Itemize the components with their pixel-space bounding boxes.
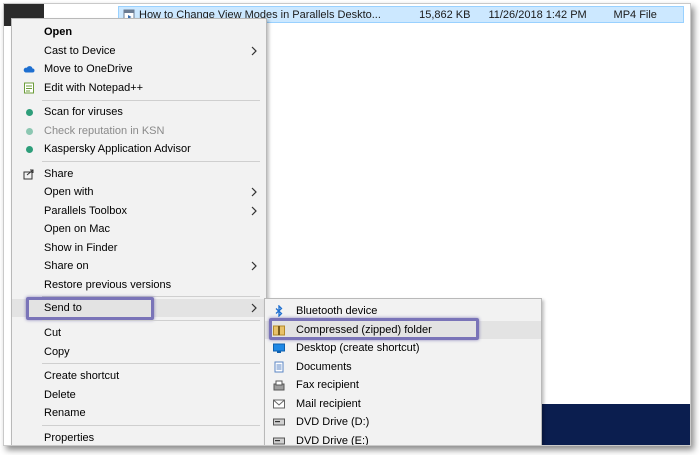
menu-item-label: Cast to Device — [44, 45, 116, 57]
kaspersky-icon — [23, 125, 35, 137]
menu-item-label: Restore previous versions — [44, 279, 172, 291]
notepad-plus-plus-icon — [23, 82, 35, 94]
file-type: MP4 File — [613, 8, 657, 21]
send-to-highlight-outline — [26, 297, 154, 320]
menu-item-parallels-toolbox[interactable]: Parallels Toolbox — [12, 202, 266, 220]
menu-item-create-shortcut[interactable]: Create shortcut — [12, 367, 266, 385]
menu-item-label: Open — [44, 26, 73, 38]
menu-separator — [42, 320, 260, 321]
compressed-folder-highlight-outline — [269, 318, 479, 340]
menu-separator — [42, 363, 260, 364]
onedrive-icon — [23, 63, 35, 75]
menu-item-label: Check reputation in KSN — [44, 125, 165, 137]
menu-item-open-on-mac[interactable]: Open on Mac — [12, 220, 266, 238]
send-to-desktop[interactable]: Desktop (create shortcut) — [265, 339, 541, 357]
menu-item-copy[interactable]: Copy — [12, 343, 266, 361]
chevron-right-icon — [251, 46, 257, 56]
menu-item-label: Open on Mac — [44, 223, 111, 235]
kaspersky-icon — [23, 143, 35, 155]
menu-item-label: Desktop (create shortcut) — [296, 342, 420, 354]
menu-separator — [42, 161, 260, 162]
menu-item-label: Parallels Toolbox — [44, 205, 127, 217]
menu-item-label: Share — [44, 168, 74, 180]
menu-item-kaspersky-advisor[interactable]: Kaspersky Application Advisor — [12, 140, 266, 158]
menu-item-cut[interactable]: Cut — [12, 324, 266, 342]
context-menu: Open Cast to Device Move to OneDrive Edi… — [11, 18, 267, 445]
menu-item-properties[interactable]: Properties — [12, 429, 266, 445]
menu-item-show-in-finder[interactable]: Show in Finder — [12, 239, 266, 257]
file-date-modified: 11/26/2018 1:42 PM — [488, 8, 587, 21]
menu-item-move-to-onedrive[interactable]: Move to OneDrive — [12, 60, 266, 78]
menu-item-label: Copy — [44, 346, 70, 358]
menu-item-check-reputation[interactable]: Check reputation in KSN — [12, 122, 266, 140]
menu-item-label: Show in Finder — [44, 242, 118, 254]
send-to-dvd-d[interactable]: DVD Drive (D:) — [265, 413, 541, 431]
desktop-icon — [273, 342, 285, 354]
fax-icon — [273, 379, 285, 391]
menu-item-label: Edit with Notepad++ — [44, 82, 144, 94]
documents-icon — [273, 361, 285, 373]
mail-icon — [273, 398, 285, 410]
menu-item-share-on[interactable]: Share on — [12, 257, 266, 275]
file-size: 15,862 KB — [419, 8, 471, 21]
menu-item-share[interactable]: Share — [12, 165, 266, 183]
menu-item-label: Scan for viruses — [44, 106, 123, 118]
menu-item-delete[interactable]: Delete — [12, 386, 266, 404]
menu-item-label: Bluetooth device — [296, 305, 378, 317]
menu-item-label: Documents — [296, 361, 352, 373]
taskbar-fragment — [540, 404, 690, 445]
menu-item-label: Create shortcut — [44, 370, 120, 382]
menu-item-rename[interactable]: Rename — [12, 404, 266, 422]
menu-item-cast-to-device[interactable]: Cast to Device — [12, 42, 266, 60]
menu-separator — [42, 100, 260, 101]
dvd-drive-icon — [273, 416, 285, 428]
chevron-right-icon — [251, 206, 257, 216]
menu-item-label: Share on — [44, 260, 89, 272]
chevron-right-icon — [251, 261, 257, 271]
share-icon — [23, 168, 35, 180]
send-to-documents[interactable]: Documents — [265, 358, 541, 376]
menu-item-edit-with-notepad[interactable]: Edit with Notepad++ — [12, 79, 266, 97]
kaspersky-icon — [23, 106, 35, 118]
menu-item-label: DVD Drive (D:) — [296, 416, 370, 428]
send-to-fax[interactable]: Fax recipient — [265, 376, 541, 394]
send-to-dvd-e[interactable]: DVD Drive (E:) — [265, 432, 541, 446]
chevron-right-icon — [251, 303, 257, 313]
chevron-right-icon — [251, 187, 257, 197]
menu-item-label: Fax recipient — [296, 379, 359, 391]
menu-item-label: DVD Drive (E:) — [296, 435, 369, 446]
menu-item-open[interactable]: Open — [12, 23, 266, 41]
menu-item-label: Cut — [44, 327, 62, 339]
menu-separator — [42, 425, 260, 426]
menu-item-label: Properties — [44, 432, 95, 444]
menu-item-label: Delete — [44, 389, 76, 401]
send-to-submenu: Bluetooth device Compressed (zipped) fol… — [264, 298, 542, 446]
send-to-mail[interactable]: Mail recipient — [265, 395, 541, 413]
menu-item-restore-previous-versions[interactable]: Restore previous versions — [12, 276, 266, 294]
screenshot-frame: How to Change View Modes in Parallels De… — [3, 3, 691, 446]
menu-item-open-with[interactable]: Open with — [12, 183, 266, 201]
dvd-drive-icon — [273, 435, 285, 445]
menu-item-label: Rename — [44, 407, 86, 419]
menu-item-label: Mail recipient — [296, 398, 361, 410]
bluetooth-icon — [273, 305, 285, 317]
menu-item-scan-for-viruses[interactable]: Scan for viruses — [12, 103, 266, 121]
menu-item-label: Open with — [44, 186, 94, 198]
menu-item-label: Move to OneDrive — [44, 63, 133, 75]
menu-item-label: Kaspersky Application Advisor — [44, 143, 191, 155]
